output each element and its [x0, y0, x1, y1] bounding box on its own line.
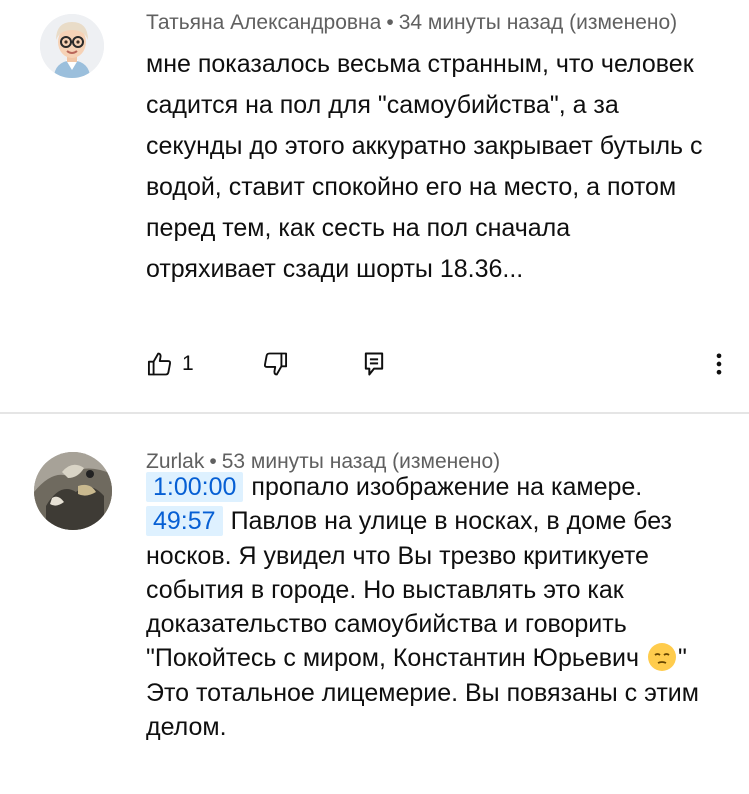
comment-text: мне показалось весьма странным, что чело…	[146, 50, 703, 283]
thumb-up-icon	[147, 352, 172, 376]
timestamp-link[interactable]: 1:00:00	[146, 472, 244, 502]
like-button[interactable]: 1	[146, 350, 194, 378]
comment-text-part: пропало изображение на камере.	[251, 473, 643, 501]
like-count: 1	[182, 352, 194, 375]
comment-2: Zurlak • 53 минуты назад (изменено) 1:00:0…	[0, 414, 749, 794]
dislike-button[interactable]	[261, 350, 289, 378]
comment-text: 1:00:00 пропало изображение на камере. 49…	[146, 470, 726, 744]
avatar[interactable]	[40, 14, 104, 78]
thumb-down-icon	[263, 352, 288, 376]
pensive-face-emoji-icon	[648, 643, 676, 672]
comment-actions: 1	[146, 350, 731, 384]
more-vert-icon	[716, 353, 722, 375]
timestamp-link[interactable]: 49:57	[146, 506, 223, 537]
reply-icon	[364, 352, 384, 376]
comment-time[interactable]: 34 минуты назад (изменено)	[399, 11, 677, 34]
more-options-button[interactable]	[705, 350, 733, 378]
memoji-avatar-icon	[40, 14, 104, 78]
comment-1: Татьяна Александровна • 34 минуты назад (и…	[0, 0, 749, 412]
comment-text-part: Павлов на улице в носках, в доме без нос…	[146, 507, 673, 673]
reply-button[interactable]	[361, 350, 387, 378]
avatar[interactable]	[34, 452, 112, 530]
comment-author[interactable]: Татьяна Александровна	[146, 11, 381, 35]
comment-meta: Татьяна Александровна • 34 минуты назад (и…	[146, 11, 677, 35]
photo-avatar-icon	[34, 452, 112, 530]
meta-separator: •	[386, 11, 394, 34]
